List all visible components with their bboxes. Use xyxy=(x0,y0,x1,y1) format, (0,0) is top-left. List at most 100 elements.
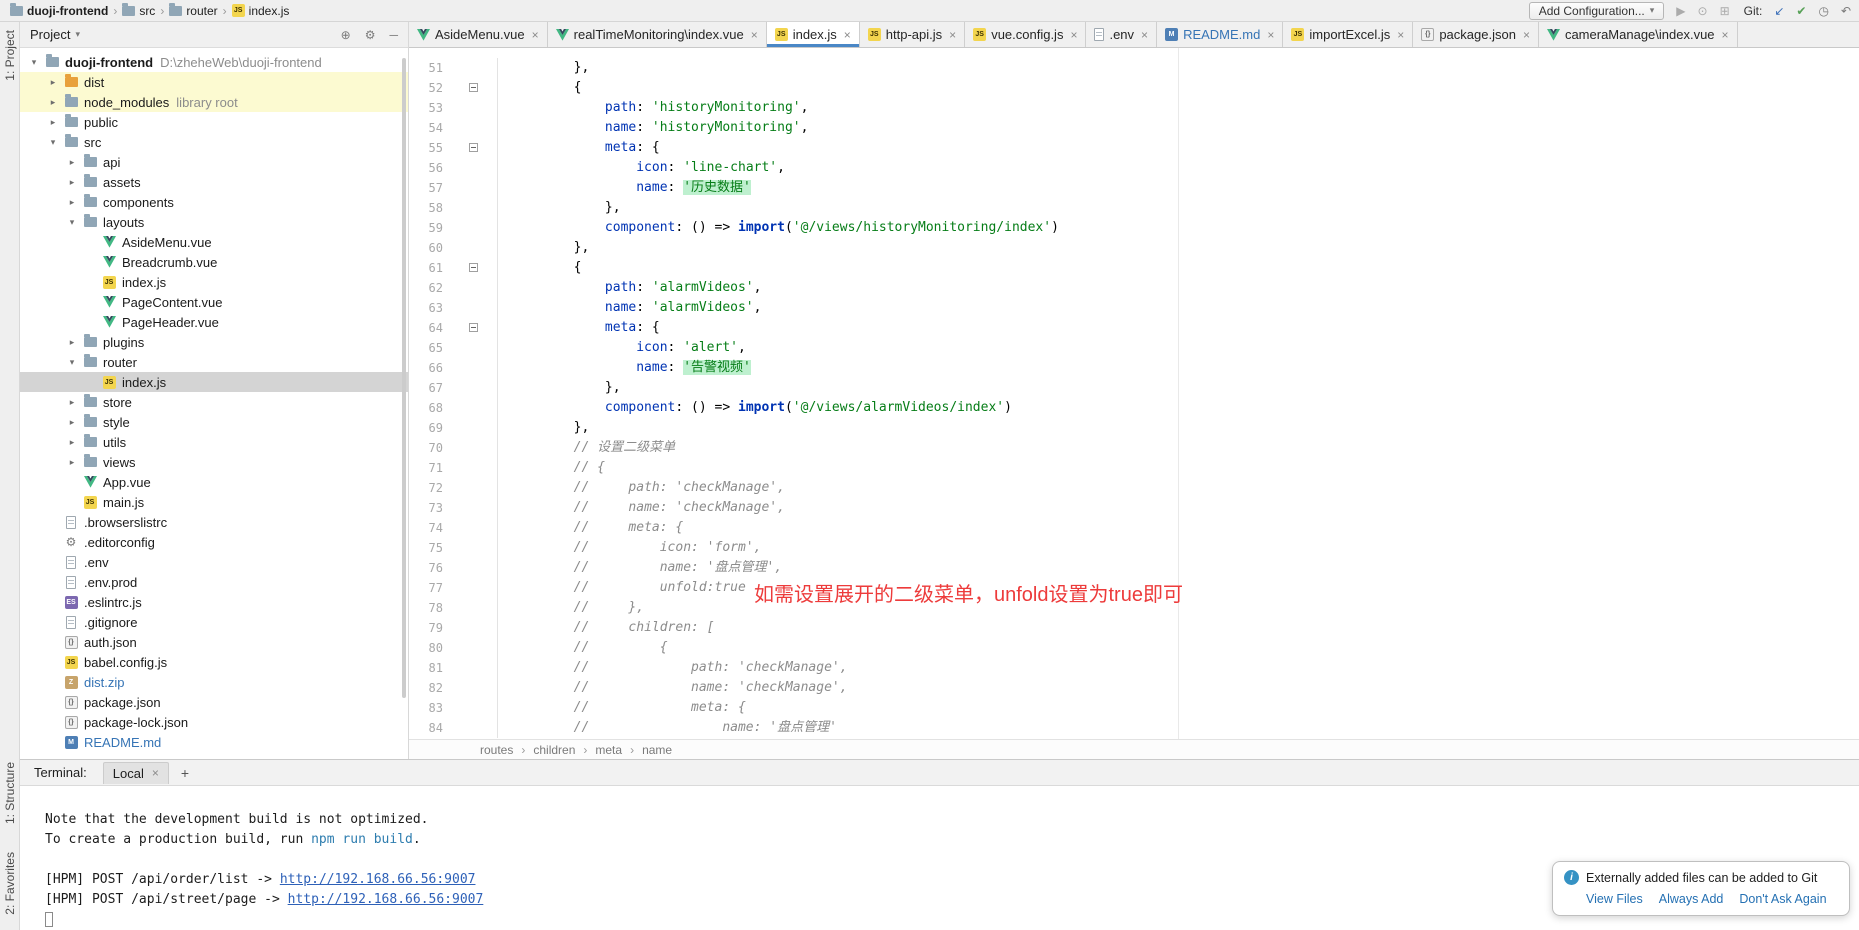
editor-tab[interactable]: MREADME.md× xyxy=(1157,22,1283,47)
breadcrumb-item[interactable]: src xyxy=(122,4,155,18)
chevron-right-icon[interactable]: ▸ xyxy=(64,457,80,468)
editor-tab[interactable]: JSimportExcel.js× xyxy=(1283,22,1413,47)
notification-action[interactable]: View Files xyxy=(1586,892,1643,906)
line-number[interactable]: 63 xyxy=(409,298,449,318)
add-configuration-button[interactable]: Add Configuration... ▾ xyxy=(1529,2,1665,20)
terminal-tab-local[interactable]: Local × xyxy=(103,762,169,784)
profiler-icon[interactable]: ⊞ xyxy=(1720,5,1730,17)
editor-tab[interactable]: JShttp-api.js× xyxy=(860,22,965,47)
history-icon[interactable]: ◷ xyxy=(1818,5,1828,17)
line-number[interactable]: 78 xyxy=(409,598,449,618)
tree-item[interactable]: ▸assets xyxy=(20,172,408,192)
breadcrumb-item[interactable]: duoji-frontend xyxy=(10,4,108,18)
tree-item[interactable]: App.vue xyxy=(20,472,408,492)
tool-button-project[interactable]: 1: Project xyxy=(3,30,17,81)
chevron-down-icon[interactable]: ▾ xyxy=(26,57,42,68)
hide-icon[interactable]: ─ xyxy=(389,29,398,41)
tree-item[interactable]: ▸components xyxy=(20,192,408,212)
line-number[interactable]: 80 xyxy=(409,638,449,658)
line-number[interactable]: 71 xyxy=(409,458,449,478)
line-number[interactable]: 74 xyxy=(409,518,449,538)
line-number[interactable]: 62 xyxy=(409,278,449,298)
line-number[interactable]: 68 xyxy=(409,398,449,418)
line-number[interactable]: 65 xyxy=(409,338,449,358)
breadcrumb-item[interactable]: meta xyxy=(595,743,622,757)
line-number[interactable]: 56 xyxy=(409,158,449,178)
tree-item[interactable]: ▸store xyxy=(20,392,408,412)
tree-item[interactable]: .gitignore xyxy=(20,612,408,632)
play-icon[interactable]: ▶ xyxy=(1676,5,1685,17)
chevron-right-icon[interactable]: ▸ xyxy=(45,97,61,108)
chevron-right-icon[interactable]: ▸ xyxy=(45,77,61,88)
tree-item[interactable]: ⚙.editorconfig xyxy=(20,532,408,552)
close-icon[interactable]: × xyxy=(1267,28,1274,42)
chevron-right-icon[interactable]: ▸ xyxy=(64,437,80,448)
tree-item[interactable]: ▸node_moduleslibrary root xyxy=(20,92,408,112)
chevron-right-icon[interactable]: ▸ xyxy=(64,157,80,168)
tree-item[interactable]: {}auth.json xyxy=(20,632,408,652)
close-icon[interactable]: × xyxy=(1523,28,1530,42)
close-icon[interactable]: × xyxy=(1722,28,1729,42)
tree-item[interactable]: ▸utils xyxy=(20,432,408,452)
breadcrumb-item[interactable]: children xyxy=(533,743,575,757)
line-number[interactable]: 54 xyxy=(409,118,449,138)
project-view-selector[interactable]: Project ▾ xyxy=(30,27,80,42)
breadcrumb-item[interactable]: routes xyxy=(480,743,513,757)
line-number[interactable]: 52 xyxy=(409,78,449,98)
chevron-right-icon[interactable]: ▸ xyxy=(64,417,80,428)
editor-tab[interactable]: .env× xyxy=(1086,22,1157,47)
terminal-link[interactable]: http://192.168.66.56:9007 xyxy=(288,892,484,907)
line-number[interactable]: 81 xyxy=(409,658,449,678)
line-number[interactable]: 83 xyxy=(409,698,449,718)
tree-item[interactable]: ▾router xyxy=(20,352,408,372)
tree-item[interactable]: .env xyxy=(20,552,408,572)
tree-item[interactable]: {}package.json xyxy=(20,692,408,712)
new-terminal-button[interactable]: + xyxy=(181,765,189,781)
tree-item[interactable]: JSindex.js xyxy=(20,372,408,392)
tree-item[interactable]: MREADME.md xyxy=(20,732,408,752)
tree-item[interactable]: Breadcrumb.vue xyxy=(20,252,408,272)
close-icon[interactable]: × xyxy=(1070,28,1077,42)
line-number[interactable]: 66 xyxy=(409,358,449,378)
line-number[interactable]: 58 xyxy=(409,198,449,218)
tree-item[interactable]: PageHeader.vue xyxy=(20,312,408,332)
commit-icon[interactable]: ✔ xyxy=(1796,5,1806,17)
tree-item[interactable]: AsideMenu.vue xyxy=(20,232,408,252)
tree-item[interactable]: ▸views xyxy=(20,452,408,472)
tree-item[interactable]: {}package-lock.json xyxy=(20,712,408,732)
line-number[interactable]: 77 xyxy=(409,578,449,598)
editor-tab[interactable]: JSvue.config.js× xyxy=(965,22,1086,47)
tree-item[interactable]: ▸plugins xyxy=(20,332,408,352)
close-icon[interactable]: × xyxy=(152,766,159,780)
tree-item[interactable]: JSindex.js xyxy=(20,272,408,292)
line-number[interactable]: 51 xyxy=(409,58,449,78)
tree-item[interactable]: JSbabel.config.js xyxy=(20,652,408,672)
tree-item[interactable]: ▾duoji-frontendD:\zheheWeb\duoji-fronten… xyxy=(20,52,408,72)
chevron-down-icon[interactable]: ▾ xyxy=(64,217,80,228)
breadcrumb-item[interactable]: router xyxy=(169,4,217,18)
notification-action[interactable]: Don't Ask Again xyxy=(1739,892,1826,906)
line-number[interactable]: 73 xyxy=(409,498,449,518)
line-number[interactable]: 79 xyxy=(409,618,449,638)
terminal-link[interactable]: http://192.168.66.56:9007 xyxy=(280,872,476,887)
editor-tab[interactable]: JSindex.js× xyxy=(767,22,860,47)
line-number[interactable]: 84 xyxy=(409,718,449,738)
chevron-right-icon[interactable]: ▸ xyxy=(45,117,61,128)
tree-item[interactable]: JSmain.js xyxy=(20,492,408,512)
close-icon[interactable]: × xyxy=(532,28,539,42)
line-number[interactable]: 57 xyxy=(409,178,449,198)
debug-icon[interactable]: ⊙ xyxy=(1698,5,1708,17)
tool-button-favorites[interactable]: 2: Favorites xyxy=(3,852,17,915)
editor-tab[interactable]: cameraManage\index.vue× xyxy=(1539,22,1738,47)
tree-item[interactable]: ▾layouts xyxy=(20,212,408,232)
line-number[interactable]: 72 xyxy=(409,478,449,498)
line-number[interactable]: 59 xyxy=(409,218,449,238)
tree-item[interactable]: ▸style xyxy=(20,412,408,432)
update-icon[interactable]: ↙ xyxy=(1774,5,1784,17)
line-number[interactable]: 67 xyxy=(409,378,449,398)
tree-item[interactable]: ▸dist xyxy=(20,72,408,92)
line-number[interactable]: 60 xyxy=(409,238,449,258)
fold-marker-icon[interactable] xyxy=(469,143,478,152)
revert-icon[interactable]: ↶ xyxy=(1841,5,1851,17)
line-number[interactable]: 69 xyxy=(409,418,449,438)
